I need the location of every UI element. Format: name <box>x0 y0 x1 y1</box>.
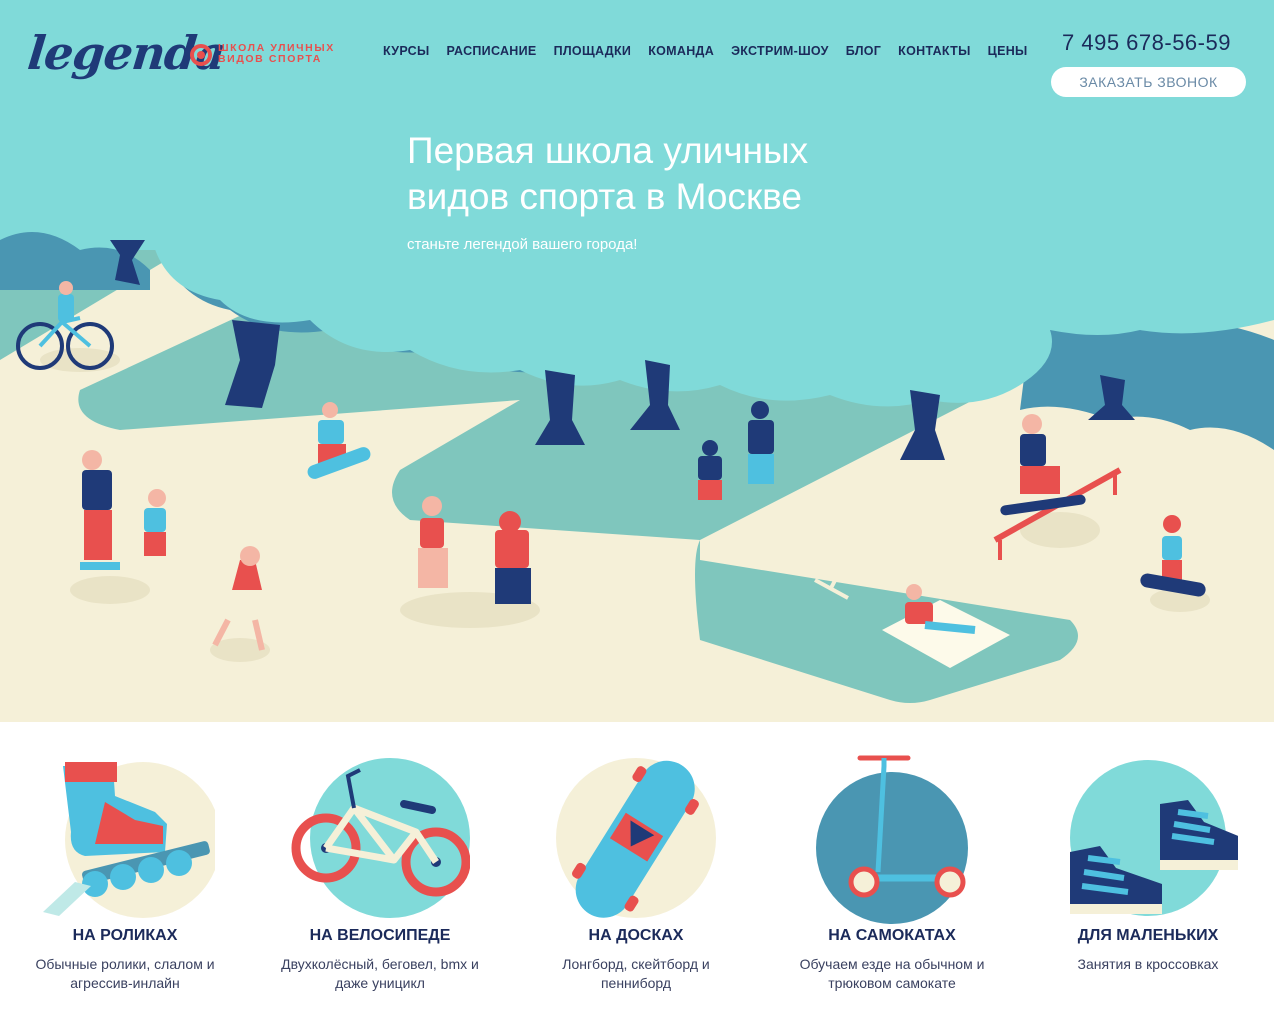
category-description: Двухколёсный, беговел, bmx и даже уницик… <box>281 956 479 991</box>
logo-tagline-line2: видов спорта <box>218 53 322 65</box>
longboard-icon <box>556 758 716 918</box>
hero-section: legenda школа уличных видов спорта КУРСЫ… <box>0 0 1274 722</box>
category-title: ДЛЯ МАЛЕНЬКИХ <box>1077 927 1219 944</box>
hero-title: Первая школа уличных видов спорта в Моск… <box>407 128 927 220</box>
sneakers-icon <box>1070 760 1238 916</box>
main-nav: КУРСЫ РАСПИСАНИЕ ПЛОЩАДКИ КОМАНДА ЭКСТРИ… <box>383 44 1028 58</box>
nav-blog[interactable]: БЛОГ <box>846 44 881 58</box>
logo-target-icon <box>190 44 212 66</box>
category-rollers[interactable]: НА РОЛИКАХ Обычные ролики, слалом и агре… <box>5 722 245 1014</box>
logo[interactable]: legenda школа уличных видов спорта <box>25 26 338 90</box>
nav-courses[interactable]: КУРСЫ <box>383 44 430 58</box>
request-call-button[interactable]: ЗАКАЗАТЬ ЗВОНОК <box>1051 67 1246 97</box>
nav-extreme-show[interactable]: ЭКСТРИМ-ШОУ <box>731 44 829 58</box>
nav-team[interactable]: КОМАНДА <box>648 44 714 58</box>
category-kids[interactable]: ДЛЯ МАЛЕНЬКИХ Занятия в кроссовках <box>1028 722 1268 1014</box>
category-description: Обычные ролики, слалом и агрессив-инлайн <box>35 956 215 991</box>
category-boards[interactable]: НА ДОСКАХ Лонгборд, скейтборд и пеннибор… <box>516 722 756 1014</box>
category-description: Лонгборд, скейтборд и пенниборд <box>562 956 710 991</box>
nav-schedule[interactable]: РАСПИСАНИЕ <box>447 44 537 58</box>
nav-contacts[interactable]: КОНТАКТЫ <box>898 44 970 58</box>
category-scooters[interactable]: НА САМОКАТАХ Обучаем езде на обычном и т… <box>772 722 1012 1014</box>
category-title: НА ДОСКАХ <box>588 927 684 944</box>
phone-number[interactable]: 7 495 678-56-59 <box>1062 30 1231 56</box>
category-title: НА САМОКАТАХ <box>828 927 956 944</box>
category-title: НА РОЛИКАХ <box>72 927 178 944</box>
category-title: НА ВЕЛОСИПЕДЕ <box>309 927 451 944</box>
site-header: legenda школа уличных видов спорта КУРСЫ… <box>0 0 1274 110</box>
categories-section: НА РОЛИКАХ Обычные ролики, слалом и агре… <box>0 722 1274 1014</box>
bicycle-icon <box>291 758 470 918</box>
nav-venues[interactable]: ПЛОЩАДКИ <box>554 44 632 58</box>
category-description: Занятия в кроссовках <box>1077 956 1219 972</box>
scooter-icon <box>816 755 968 924</box>
hero-title-line2: видов спорта в Москве <box>407 176 802 217</box>
category-bicycle[interactable]: НА ВЕЛОСИПЕДЕ Двухколёсный, беговел, bmx… <box>260 722 500 1014</box>
category-description: Обучаем езде на обычном и трюковом самок… <box>799 956 985 991</box>
hero-title-line1: Первая школа уличных <box>407 130 809 171</box>
nav-prices[interactable]: ЦЕНЫ <box>988 44 1028 58</box>
hero-subtitle: станьте легендой вашего города! <box>407 236 638 253</box>
inline-skate-icon <box>43 762 215 918</box>
logo-tagline: школа уличных видов спорта <box>218 43 335 65</box>
